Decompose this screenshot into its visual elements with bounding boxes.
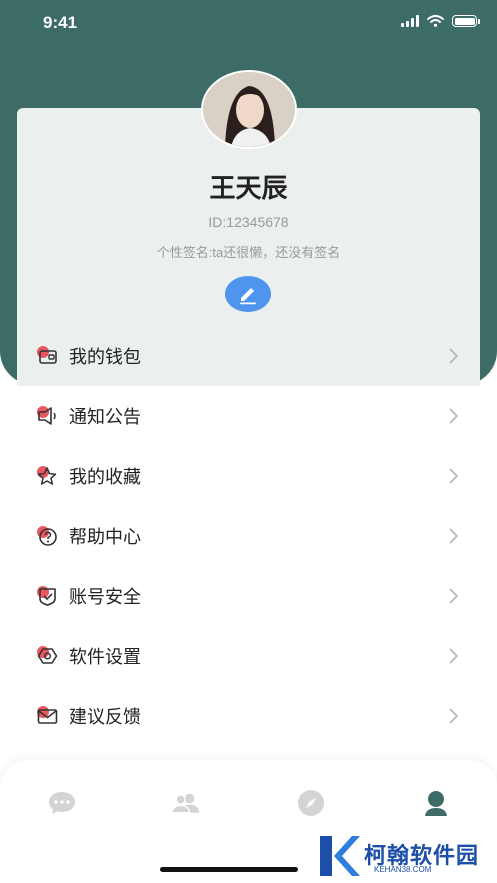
menu-item-settings[interactable]: 软件设置: [17, 626, 480, 686]
mail-icon: [37, 706, 58, 724]
megaphone-icon: [37, 406, 56, 425]
avatar-portrait: [203, 72, 295, 147]
wifi-icon: [427, 15, 444, 27]
user-name: 王天辰: [209, 173, 288, 203]
pencil-icon: [240, 288, 256, 305]
profile-icon: [425, 791, 447, 816]
menu-item-favorites[interactable]: 我的收藏: [17, 446, 480, 506]
menu-list: 我的钱包 通知公告 我的收藏 帮助中心 账号安全 软件设置 建议反馈: [17, 326, 480, 746]
tab-messages[interactable]: [47, 788, 77, 818]
menu-item-notice[interactable]: 通知公告: [17, 386, 480, 446]
chevron-right-icon: [449, 708, 459, 724]
chevron-right-icon: [449, 588, 459, 604]
user-id: ID:12345678: [208, 214, 289, 230]
chevron-right-icon: [449, 468, 459, 484]
signal-icon: [401, 15, 419, 27]
watermark-subtext: KEHAN38.COM: [374, 865, 432, 874]
tab-contacts[interactable]: [171, 788, 201, 818]
tab-discover[interactable]: [296, 788, 326, 818]
menu-label: 账号安全: [69, 587, 141, 607]
avatar[interactable]: [201, 70, 297, 149]
chevron-right-icon: [449, 648, 459, 664]
menu-item-feedback[interactable]: 建议反馈: [17, 686, 480, 746]
tab-profile[interactable]: [421, 788, 451, 818]
menu-label: 我的钱包: [69, 347, 141, 367]
contacts-icon: [171, 793, 200, 814]
edit-profile-button[interactable]: [225, 276, 271, 312]
shield-check-icon: [37, 586, 56, 606]
battery-icon: [452, 15, 480, 27]
chevron-right-icon: [449, 408, 459, 424]
watermark: 柯翰软件园 KEHAN38.COM: [316, 832, 482, 880]
watermark-logo: [320, 836, 360, 876]
status-bar: 9:41: [0, 0, 497, 46]
settings-icon: [37, 646, 58, 664]
wallet-icon: [37, 346, 57, 364]
home-indicator: [160, 867, 298, 872]
menu-label: 通知公告: [69, 407, 141, 427]
help-icon: [37, 526, 57, 546]
status-icons: [401, 15, 480, 27]
menu-label: 帮助中心: [69, 527, 141, 547]
status-time: 9:41: [43, 13, 78, 32]
menu-label: 我的收藏: [69, 467, 141, 487]
menu-item-wallet[interactable]: 我的钱包: [17, 326, 480, 386]
chat-icon: [49, 792, 75, 814]
menu-item-help[interactable]: 帮助中心: [17, 506, 480, 566]
compass-icon: [298, 790, 324, 816]
menu-item-security[interactable]: 账号安全: [17, 566, 480, 626]
star-icon: [37, 466, 57, 485]
chevron-right-icon: [449, 528, 459, 544]
user-signature: 个性签名:ta还很懒，还没有签名: [156, 245, 341, 260]
chevron-right-icon: [449, 348, 459, 364]
menu-label: 软件设置: [69, 647, 141, 667]
menu-label: 建议反馈: [69, 707, 141, 727]
